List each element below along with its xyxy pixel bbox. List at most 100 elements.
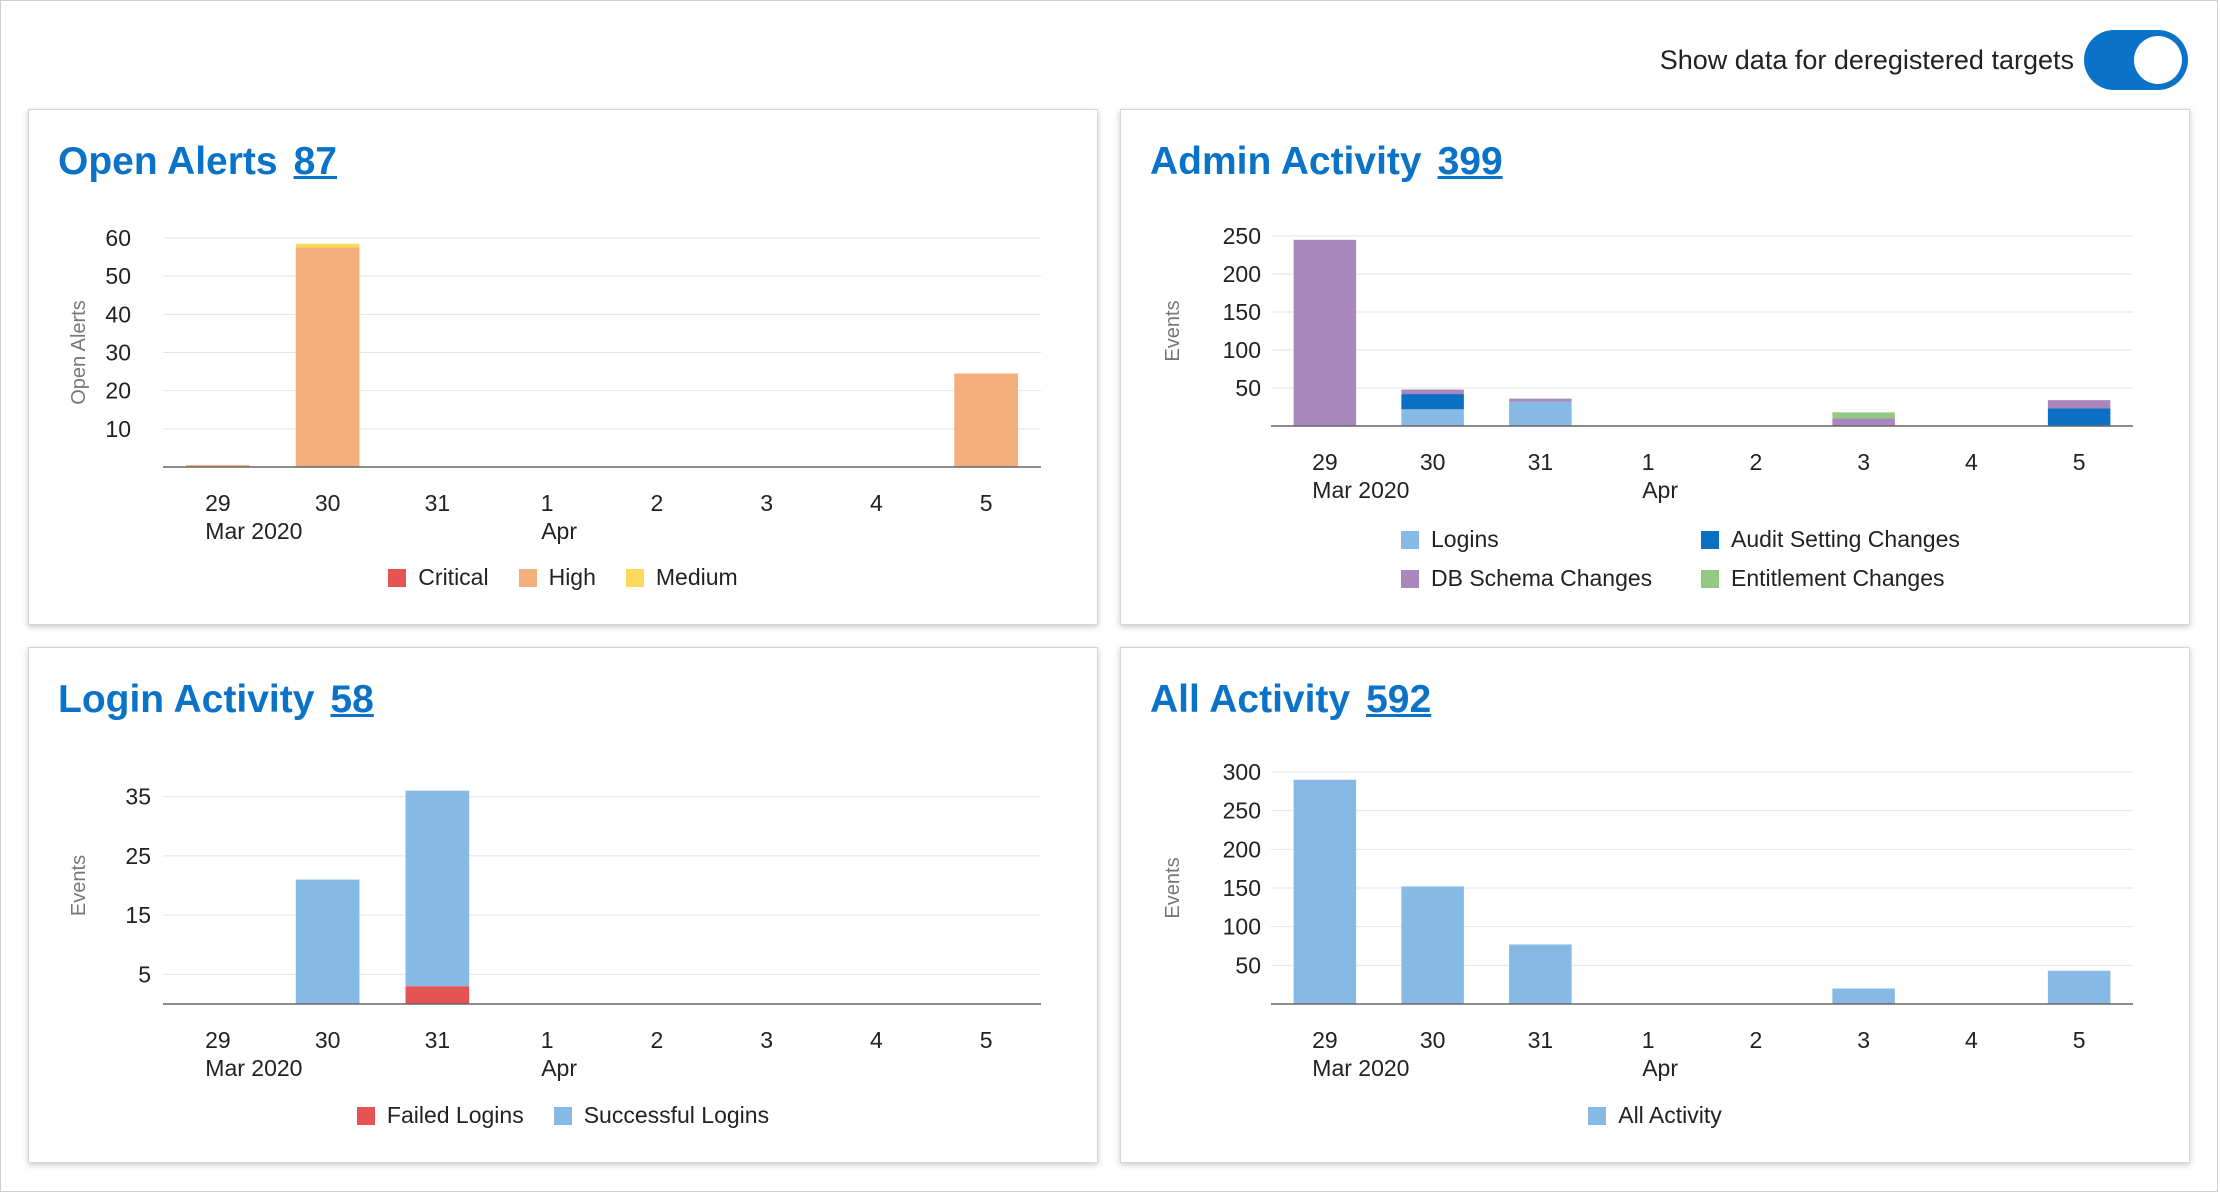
legend-label: Logins: [1431, 526, 1499, 552]
x-tick-label: 5: [980, 490, 993, 516]
x-tick-label: 3: [1857, 449, 1870, 475]
y-tick-label: 250: [1223, 798, 1261, 824]
x-tick-label: 2: [650, 1027, 663, 1053]
x-tick-label: 30: [315, 490, 341, 516]
bar-successful-logins: [405, 790, 470, 987]
all-activity-legend: All Activity: [1121, 1102, 2189, 1129]
login-activity-chart: 5 15 25 35 Events 29Mar 2020 30 31 1Apr 2 3 4 5: [68, 784, 1041, 1081]
y-tick-label: 200: [1223, 836, 1261, 862]
x-tick-label: 2: [1749, 449, 1762, 475]
x-tick-label: 31: [1528, 1027, 1554, 1053]
legend-item-high[interactable]: High: [518, 564, 596, 591]
x-tick-label: 4: [870, 1027, 883, 1053]
y-tick-label: 10: [105, 416, 131, 442]
open-alerts-legend: Critical High Medium: [29, 564, 1097, 591]
x-month-label: Mar 2020: [1312, 1055, 1409, 1081]
bar-medium: [295, 243, 360, 248]
legend-swatch: [1588, 1106, 1607, 1125]
legend-label: High: [548, 564, 596, 590]
bar-db-schema-changes: [1401, 389, 1464, 395]
all-activity-panel: All Activity 592 50 100 150 200 250 300 Events 2…: [1120, 647, 2190, 1163]
bar-db-schema-changes: [2047, 400, 2111, 409]
legend-item-audit-setting-changes[interactable]: Audit Setting Changes: [1701, 526, 2001, 553]
legend-swatch: [1701, 569, 1719, 588]
toggle-knob: [2134, 36, 2182, 84]
x-tick-label: 29: [1312, 1027, 1338, 1053]
bar-audit-setting-changes: [2047, 408, 2111, 426]
x-tick-label: 29: [205, 490, 231, 516]
bar-db-schema-changes: [1293, 239, 1357, 426]
x-tick-label: 3: [760, 1027, 773, 1053]
legend-label: Entitlement Changes: [1731, 565, 1945, 591]
y-tick-label: 250: [1223, 223, 1261, 249]
x-month-label: Mar 2020: [205, 518, 302, 544]
x-tick-label: 4: [1965, 1027, 1978, 1053]
legend-swatch: [356, 1106, 375, 1125]
x-tick-label: 29: [1312, 449, 1338, 475]
bar-audit-setting-changes: [1401, 394, 1464, 410]
x-tick-label: 3: [1857, 1027, 1870, 1053]
y-tick-label: 20: [105, 378, 131, 404]
legend-item-logins[interactable]: Logins: [1401, 526, 1701, 553]
bar-db-schema-changes: [1832, 418, 1895, 426]
bar-db-schema-changes: [1509, 398, 1572, 402]
admin-activity-legend: Logins Audit Setting Changes DB Schema Cha…: [1401, 526, 2001, 592]
login-activity-legend: Failed Logins Successful Logins: [29, 1102, 1097, 1129]
y-tick-label: 300: [1223, 759, 1261, 785]
x-month-label: Mar 2020: [1312, 477, 1409, 503]
x-month-label: Apr: [541, 518, 577, 544]
legend-swatch: [1401, 530, 1419, 549]
y-tick-label: 40: [105, 301, 131, 327]
legend-item-failed-logins[interactable]: Failed Logins: [356, 1102, 524, 1129]
x-tick-label: 30: [315, 1027, 341, 1053]
x-tick-label: 1: [541, 1027, 554, 1053]
legend-item-successful-logins[interactable]: Successful Logins: [553, 1102, 770, 1129]
y-tick-label: 60: [105, 225, 131, 251]
y-tick-label: 200: [1223, 261, 1261, 287]
deregistered-toggle-row: Show data for deregistered targets: [1660, 30, 2188, 90]
open-alerts-chart: 10 20 30 40 50 60 Open Alerts 29Mar 2020 30 31 1Ap…: [68, 225, 1041, 544]
x-tick-label: 3: [760, 490, 773, 516]
x-tick-label: 31: [1528, 449, 1554, 475]
bar-entitlement-changes: [1832, 412, 1895, 419]
y-tick-label: 5: [138, 961, 151, 987]
legend-label: DB Schema Changes: [1431, 565, 1653, 591]
y-tick-label: 100: [1223, 337, 1261, 363]
y-tick-label: 25: [125, 843, 151, 869]
legend-swatch: [625, 568, 644, 587]
bar-high: [954, 373, 1018, 467]
legend-item-db-schema-changes[interactable]: DB Schema Changes: [1401, 565, 1701, 592]
legend-item-medium[interactable]: Medium: [625, 564, 738, 591]
y-tick-label: 50: [1235, 952, 1261, 978]
y-tick-label: 30: [105, 340, 131, 366]
bar-all-activity: [2047, 970, 2111, 1004]
legend-label: Successful Logins: [583, 1102, 770, 1128]
x-tick-label: 1: [1642, 1027, 1655, 1053]
x-tick-label: 30: [1420, 449, 1446, 475]
x-tick-label: 2: [650, 490, 663, 516]
bar-high: [295, 247, 360, 467]
legend-swatch: [553, 1106, 572, 1125]
y-axis-label: Events: [68, 855, 90, 916]
bar-all-activity: [1401, 886, 1464, 1004]
legend-swatch: [1401, 569, 1419, 588]
x-tick-label: 30: [1420, 1027, 1446, 1053]
x-tick-label: 5: [2073, 1027, 2086, 1053]
x-tick-label: 2: [1749, 1027, 1762, 1053]
deregistered-toggle-label: Show data for deregistered targets: [1659, 44, 2074, 75]
legend-item-entitlement-changes[interactable]: Entitlement Changes: [1701, 565, 2001, 592]
deregistered-targets-toggle[interactable]: [2084, 30, 2188, 90]
y-tick-label: 35: [125, 784, 151, 810]
legend-item-critical[interactable]: Critical: [388, 564, 489, 591]
x-month-label: Apr: [1642, 1055, 1678, 1081]
bar-all-activity: [1509, 944, 1572, 1004]
legend-label: Audit Setting Changes: [1731, 526, 1960, 552]
bar-failed-logins: [405, 986, 470, 1004]
legend-swatch: [388, 568, 407, 587]
y-tick-label: 150: [1223, 299, 1261, 325]
login-activity-panel: Login Activity 58 5 15 25 35 Events 29 Mar 2020…: [28, 647, 1098, 1163]
x-month-label: Apr: [541, 1055, 577, 1081]
x-month-label: Apr: [1642, 477, 1678, 503]
legend-item-all-activity[interactable]: All Activity: [1588, 1102, 1722, 1129]
admin-activity-panel: Admin Activity 399 50 100 150 200 250 Events 29…: [1120, 109, 2190, 625]
